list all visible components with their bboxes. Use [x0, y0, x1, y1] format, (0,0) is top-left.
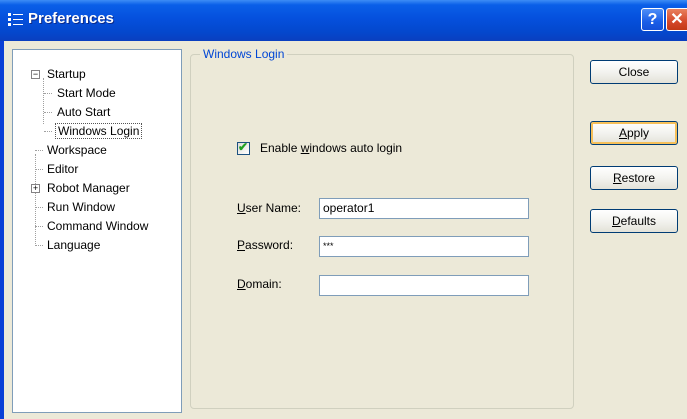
- tree-connector: [44, 93, 52, 94]
- domain-input[interactable]: [319, 275, 529, 296]
- tree-item-label: Editor: [47, 162, 79, 176]
- tree-item-label: Start Mode: [57, 86, 116, 100]
- label-accelerator: P: [237, 238, 246, 252]
- label-part: Enable: [260, 141, 301, 155]
- preferences-window: Preferences ? ✕ − Startup Start Mode Aut…: [0, 0, 687, 419]
- window-title: Preferences: [28, 10, 114, 27]
- user-name-label: User Name:: [237, 201, 301, 215]
- tree-item-label: Run Window: [47, 200, 116, 214]
- preferences-list-icon: [8, 13, 23, 26]
- label-accelerator: D: [611, 214, 621, 228]
- tree-connector: [35, 245, 43, 246]
- tree-connector: [35, 207, 43, 208]
- label-accelerator: A: [618, 126, 627, 140]
- password-label: Password:: [237, 238, 293, 252]
- tree-connector: [43, 78, 44, 124]
- preferences-tree[interactable]: − Startup Start Mode Auto Start Windows …: [12, 49, 182, 413]
- tree-item-label: Robot Manager: [47, 181, 130, 195]
- domain-label: Domain:: [237, 277, 282, 291]
- tree-item-command-window[interactable]: Command Window: [45, 217, 150, 235]
- label-accelerator: R: [612, 171, 622, 185]
- enable-auto-login-label[interactable]: Enable windows auto login: [260, 141, 402, 155]
- tree-item-start-mode[interactable]: Start Mode: [55, 84, 118, 102]
- defaults-button[interactable]: Defaults: [590, 209, 678, 233]
- tree-connector: [35, 169, 43, 170]
- tree-item-startup[interactable]: Startup: [45, 65, 88, 83]
- checkmark-icon: ✔: [238, 140, 249, 154]
- label-part: omain:: [245, 277, 282, 291]
- tree-item-label: Language: [47, 238, 101, 252]
- title-bar[interactable]: Preferences ? ✕: [0, 0, 687, 41]
- label-accelerator: D: [237, 277, 246, 291]
- tree-expand-icon[interactable]: +: [31, 184, 40, 193]
- tree-item-label: Windows Login: [55, 123, 143, 139]
- dialog-client-area: − Startup Start Mode Auto Start Windows …: [4, 41, 687, 419]
- tree-item-label: Workspace: [47, 143, 107, 157]
- tree-item-label: Auto Start: [57, 105, 111, 119]
- tree-connector: [44, 131, 52, 132]
- tree-collapse-icon[interactable]: −: [31, 70, 40, 79]
- tree-item-run-window[interactable]: Run Window: [45, 198, 117, 216]
- tree-connector: [44, 112, 52, 113]
- label-part: assword:: [245, 238, 294, 252]
- group-title: Windows Login: [200, 47, 288, 61]
- user-name-input[interactable]: operator1: [319, 198, 529, 219]
- close-window-button[interactable]: ✕: [666, 8, 687, 31]
- label-part: indows auto login: [309, 141, 403, 155]
- tree-item-language[interactable]: Language: [45, 236, 102, 254]
- tree-item-auto-start[interactable]: Auto Start: [55, 103, 112, 121]
- tree-item-label: Command Window: [47, 219, 149, 233]
- restore-button[interactable]: Restore: [590, 166, 678, 190]
- tree-connector: [35, 226, 43, 227]
- help-button[interactable]: ?: [641, 8, 664, 31]
- apply-button[interactable]: Apply: [590, 121, 678, 145]
- tree-item-workspace[interactable]: Workspace: [45, 141, 109, 159]
- label-accelerator: U: [237, 201, 246, 215]
- password-input[interactable]: ***: [319, 236, 529, 257]
- tree-item-label: Startup: [47, 67, 86, 81]
- tree-item-windows-login[interactable]: Windows Login: [55, 122, 143, 140]
- tree-connector: [35, 154, 36, 244]
- tree-connector: [35, 150, 43, 151]
- label-part: ser Name:: [245, 201, 302, 215]
- tree-item-editor[interactable]: Editor: [45, 160, 80, 178]
- tree-item-robot-manager[interactable]: Robot Manager: [45, 179, 132, 197]
- close-button[interactable]: Close: [590, 60, 678, 84]
- windows-login-group: [190, 54, 574, 409]
- enable-auto-login-checkbox[interactable]: ✔: [237, 140, 250, 155]
- label-part: efaults: [620, 214, 657, 228]
- label-part: pply: [627, 126, 650, 140]
- label-part: estore: [621, 171, 656, 185]
